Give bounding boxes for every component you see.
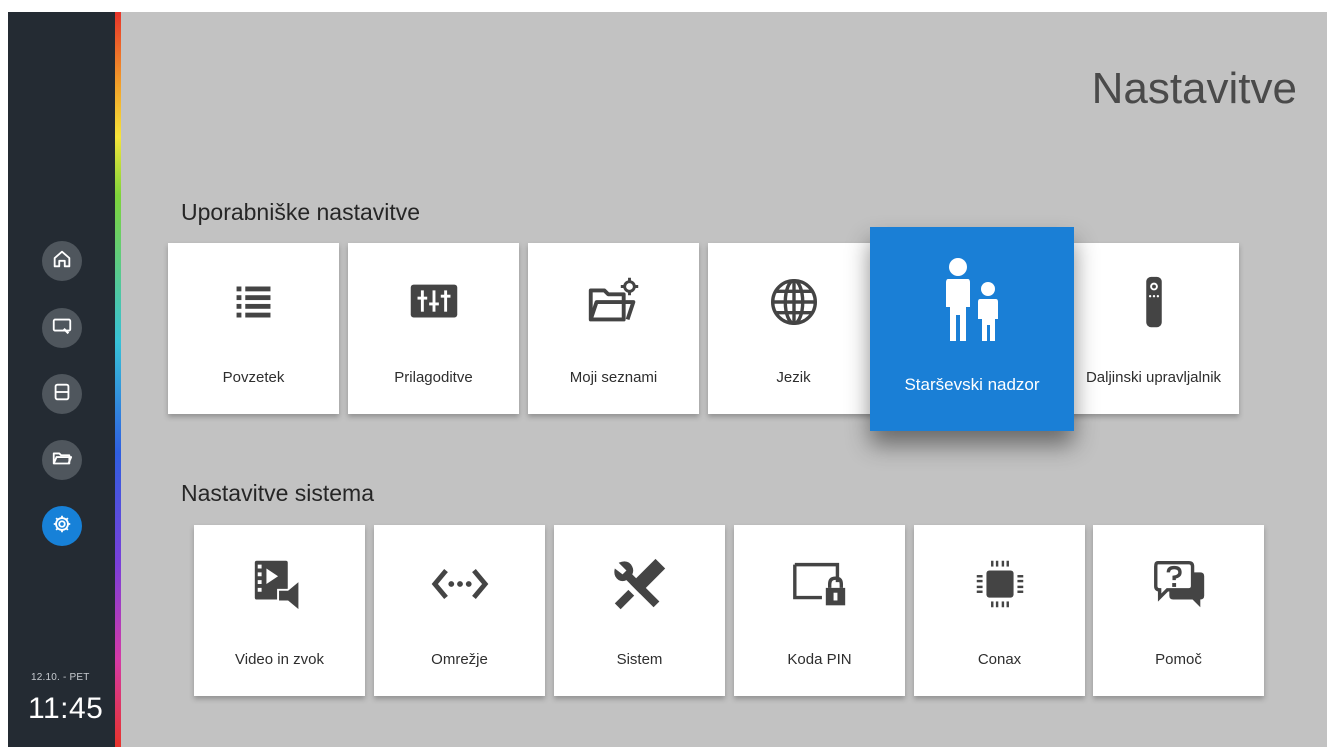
tile-label: Video in zvok [235, 651, 324, 668]
section-title-user: Uporabniške nastavitve [181, 199, 421, 225]
sidebar-item-film[interactable] [42, 374, 82, 414]
video-audio-icon [194, 553, 365, 615]
sidebar-rainbow-edge [115, 12, 121, 747]
tile-sistem[interactable]: Sistem [554, 525, 725, 696]
screen-lock-icon [734, 553, 905, 615]
sidebar-item-tv[interactable] [42, 308, 82, 348]
tile-label: Starševski nadzor [904, 375, 1040, 394]
tile-label: Koda PIN [787, 651, 852, 668]
folder-gear-icon [528, 271, 699, 333]
folder-icon [51, 447, 73, 474]
sidebar-item-home[interactable] [42, 241, 82, 281]
page-title: Nastavitve [1091, 64, 1297, 113]
chip-icon [914, 553, 1085, 615]
sidebar-clock: 11:45 [28, 692, 104, 725]
tile-video-in-zvok[interactable]: Video in zvok [194, 525, 365, 696]
tile-moji-seznami[interactable]: Moji seznami [528, 243, 699, 414]
remote-control-icon [1068, 271, 1239, 333]
tools-icon [554, 553, 725, 615]
tv-remote-icon [51, 315, 73, 342]
tile-omrezje[interactable]: Omrežje [374, 525, 545, 696]
tile-label: Sistem [616, 651, 663, 668]
network-icon [374, 553, 545, 615]
tile-koda-pin[interactable]: Koda PIN [734, 525, 905, 696]
tile-povzetek[interactable]: Povzetek [168, 243, 339, 414]
tile-label: Jezik [776, 369, 811, 386]
sidebar-date: 12.10. - PET [31, 672, 90, 683]
gear-icon [51, 513, 73, 540]
sidebar-item-settings[interactable] [42, 506, 82, 546]
film-icon [51, 381, 73, 408]
tile-label: Daljinski upravljalnik [1085, 369, 1222, 386]
tile-daljinski-upravljalnik[interactable]: Daljinski upravljalnik [1068, 243, 1239, 414]
home-icon [51, 248, 73, 275]
tile-label: Omrežje [431, 651, 488, 668]
tile-label: Pomoč [1155, 651, 1202, 668]
section-title-system: Nastavitve sistema [181, 480, 375, 506]
help-chat-icon [1093, 553, 1264, 615]
tile-starsevski-nadzor[interactable]: Starševski nadzor [870, 227, 1074, 431]
tile-label: Povzetek [222, 369, 285, 386]
tile-label: Conax [977, 651, 1022, 668]
sliders-icon [348, 271, 519, 333]
tile-pomoc[interactable]: Pomoč [1093, 525, 1264, 696]
list-icon [168, 271, 339, 333]
globe-icon [708, 271, 879, 333]
parent-child-icon [870, 257, 1074, 343]
tile-label: Prilagoditve [394, 369, 473, 386]
tile-prilagoditve[interactable]: Prilagoditve [348, 243, 519, 414]
sidebar-item-folder[interactable] [42, 440, 82, 480]
tile-label: Moji seznami [569, 369, 658, 386]
tile-conax[interactable]: Conax [914, 525, 1085, 696]
tile-jezik[interactable]: Jezik [708, 243, 879, 414]
